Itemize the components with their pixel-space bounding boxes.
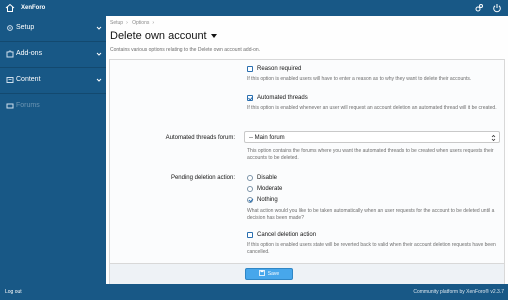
automated-threads-hint: If this option is enabled whenever an us… xyxy=(247,105,497,111)
puzzle-icon xyxy=(6,50,14,58)
options-form: Reason required If this option is enable… xyxy=(109,59,505,284)
page-description: Contains various options relating to the… xyxy=(110,47,261,53)
sidebar-item-setup[interactable]: Setup xyxy=(0,16,106,42)
bottom-bar: Log out Community platform by XenForo® v… xyxy=(0,284,508,300)
save-button-label: Save xyxy=(267,271,280,277)
chevron-down-icon xyxy=(96,78,102,82)
sidebar-item-add-ons[interactable]: Add-ons xyxy=(0,42,106,68)
save-icon xyxy=(258,269,265,276)
sidebar: Setup Add-ons Content Forums xyxy=(0,16,106,284)
chevron-down-icon xyxy=(96,26,102,30)
radio-button-selected[interactable] xyxy=(247,197,253,203)
logout-link[interactable]: Log out xyxy=(5,288,22,296)
forums-icon xyxy=(6,103,14,109)
threads-forum-select[interactable]: -- Main forum xyxy=(244,131,500,143)
cancel-deletion-label: Cancel deletion action xyxy=(257,232,317,238)
tools-icon[interactable] xyxy=(474,3,484,13)
breadcrumb: Setup › Options › xyxy=(110,20,155,26)
threads-forum-hint: This option contains the forums where yo… xyxy=(247,148,494,161)
checkbox-checked[interactable] xyxy=(247,95,253,101)
content-icon xyxy=(6,77,14,83)
platform-credit[interactable]: Community platform by XenForo® v2.3.7 xyxy=(413,288,504,296)
brand-name[interactable]: XenForo xyxy=(21,4,45,12)
sidebar-item-label: Content xyxy=(16,76,41,83)
sidebar-item-content[interactable]: Content xyxy=(0,68,106,94)
caret-down-icon xyxy=(210,34,217,39)
home-icon[interactable] xyxy=(5,3,15,13)
pending-action-hint: What action would you like to be taken a… xyxy=(247,208,495,221)
sidebar-item-label: Add-ons xyxy=(16,50,43,57)
radio-button[interactable] xyxy=(247,175,253,181)
top-bar: XenForo xyxy=(0,0,508,16)
page-title-text: Delete own account xyxy=(110,30,207,42)
radio-label: Moderate xyxy=(257,186,283,192)
cancel-deletion-hint: If this option is enabled users state wi… xyxy=(247,242,496,255)
checkbox-unchecked[interactable] xyxy=(247,232,253,238)
radio-button[interactable] xyxy=(247,186,253,192)
breadcrumb-item-setup[interactable]: Setup xyxy=(110,20,123,26)
chevron-down-icon xyxy=(96,52,102,56)
automated-threads-label: Automated threads xyxy=(257,95,308,101)
pending-action-label: Pending deletion action: xyxy=(170,175,235,181)
select-arrows-icon xyxy=(491,134,496,142)
radio-label: Nothing xyxy=(257,197,278,203)
reason-required-label: Reason required xyxy=(257,66,302,72)
reason-required-hint: If this option is enabled users will hav… xyxy=(247,76,472,82)
save-button[interactable]: Save xyxy=(245,268,293,280)
threads-forum-label: Automated threads forum: xyxy=(165,135,235,141)
radio-label: Disable xyxy=(257,175,278,181)
page-title[interactable]: Delete own account xyxy=(110,29,217,43)
gear-icon xyxy=(7,25,13,31)
sidebar-item-label: Setup xyxy=(16,24,35,31)
sidebar-item-label: Forums xyxy=(16,102,40,109)
main-content: Setup › Options › Delete own account Conta… xyxy=(106,16,508,284)
power-icon[interactable] xyxy=(492,3,502,13)
checkbox-unchecked[interactable] xyxy=(247,66,253,72)
sidebar-item-forums[interactable]: Forums xyxy=(0,94,106,120)
threads-forum-value: -- Main forum xyxy=(249,135,285,141)
form-body: Reason required If this option is enable… xyxy=(110,60,504,263)
breadcrumb-item-options[interactable]: Options xyxy=(132,20,149,26)
form-submit-row: Save xyxy=(110,263,504,284)
